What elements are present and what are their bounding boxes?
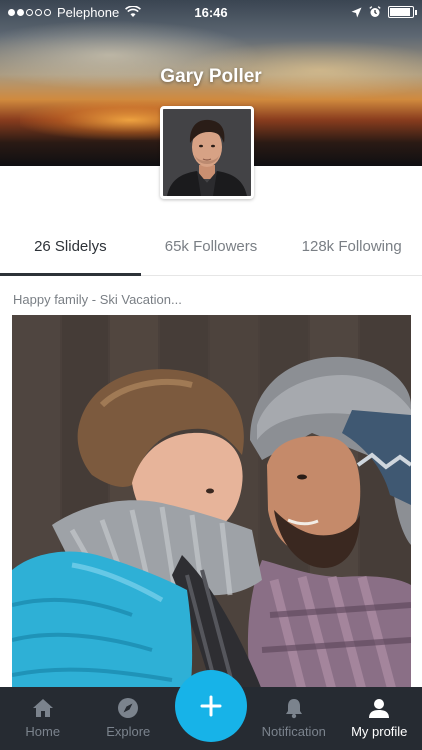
plus-icon [200,695,222,717]
compass-icon [118,698,139,718]
post-photo[interactable] [12,315,411,690]
tab-home[interactable]: Home [0,697,86,750]
signal-strength-icon [8,8,51,16]
post-photo-image [12,315,411,690]
carrier-name: Pelephone [57,4,120,20]
tab-explore-label: Explore [106,724,151,739]
tab-notification-label: Notification [261,724,326,739]
alarm-icon [369,6,381,17]
tab-slidelys[interactable]: 26 Slidelys [0,218,141,276]
post-title[interactable]: Happy family - Ski Vacation... [13,292,182,307]
profile-name: Gary Poller [160,66,262,87]
tab-my-profile-label: My profile [351,724,408,739]
profile-stats-tabs: 26 Slidelys 65k Followers 128k Following [0,218,422,276]
profile-avatar[interactable] [160,106,254,199]
location-arrow-icon [351,7,362,17]
person-icon [369,699,390,718]
add-slidely-button[interactable] [175,670,247,742]
tab-explore[interactable]: Explore [86,697,172,750]
tab-followers[interactable]: 65k Followers [141,218,282,275]
tab-following[interactable]: 128k Following [281,218,422,275]
avatar-photo [163,109,251,196]
tab-notification[interactable]: Notification [251,697,337,750]
status-bar: Pelephone 16:46 [0,0,422,24]
bell-icon [285,699,302,719]
tab-my-profile[interactable]: My profile [337,697,422,750]
home-icon [32,699,53,717]
wifi-icon [125,6,142,17]
tab-home-label: Home [25,724,61,739]
battery-icon [388,6,417,18]
